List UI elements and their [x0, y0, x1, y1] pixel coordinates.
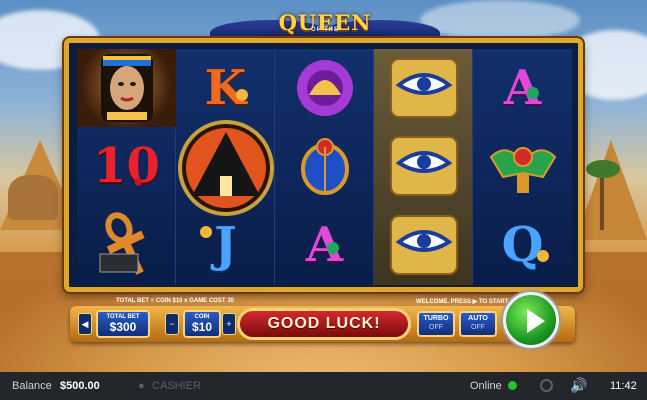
cloud: [420, 0, 580, 40]
spin-button[interactable]: [503, 292, 559, 348]
total-bet-box: TOTAL BET $300: [96, 310, 150, 338]
speaker-icon[interactable]: 🔊: [570, 377, 587, 394]
auto-button[interactable]: AUTO OFF: [459, 311, 497, 337]
symbol-scarab: [275, 127, 374, 205]
symbol-ankh: [77, 206, 176, 284]
gem-icon: [327, 242, 339, 254]
auto-label: AUTO: [468, 315, 488, 322]
palm-tree: [600, 170, 604, 230]
palm-leaves: [586, 160, 620, 178]
coin-icon: [200, 226, 212, 238]
status-bar: Balance $500.00 ● CASHIER Online 🔊 11:42: [0, 372, 647, 400]
symbol-A: A: [503, 60, 542, 116]
symbol-J: J: [176, 206, 275, 284]
coin-icon: [537, 250, 549, 262]
symbol-queen: [77, 49, 176, 127]
reel-frame: 10 ● K J A A Q: [64, 38, 583, 292]
turbo-label: TURBO: [423, 315, 449, 322]
balance-value: $500.00: [60, 380, 100, 392]
balance-label: Balance: [12, 380, 52, 392]
pyramid-right: [575, 140, 647, 240]
symbol-10: 10 ●: [93, 138, 160, 194]
clock-icon: [540, 379, 553, 392]
game-stage: QUEEN OF THE PHARAOHS: [0, 0, 647, 372]
turbo-button[interactable]: TURBO OFF: [417, 311, 455, 337]
cashier-dot-icon: ●: [138, 380, 145, 392]
coin-increase-button[interactable]: +: [222, 313, 236, 335]
reel-3: A: [275, 49, 374, 285]
reel-2: K J: [176, 49, 275, 285]
bet-decrease-button[interactable]: ◀: [78, 313, 92, 335]
cherry-icon: ●: [133, 171, 144, 191]
reels: 10 ● K J A A Q: [77, 49, 572, 285]
auto-state: OFF: [471, 324, 485, 331]
symbol-eye: [374, 206, 473, 284]
total-bet-value: $300: [109, 320, 137, 334]
sphinx: [8, 175, 58, 220]
reel-4: [374, 49, 473, 285]
cashier-button[interactable]: CASHIER: [152, 380, 201, 392]
coin-box: COIN $10: [183, 310, 221, 338]
symbol-Q: Q: [473, 206, 572, 284]
symbol-eye: [374, 127, 473, 205]
turbo-state: OFF: [429, 324, 443, 331]
gem-icon: [527, 87, 539, 99]
play-triangle-icon: [527, 309, 545, 333]
coin-decrease-button[interactable]: −: [165, 313, 179, 335]
good-luck-banner: GOOD LUCK!: [237, 308, 411, 340]
clock-time: 11:42: [610, 380, 637, 392]
online-label: Online: [470, 380, 502, 392]
symbol-lotus: [275, 49, 374, 127]
symbol-A: A: [305, 217, 344, 273]
bet-formula: TOTAL BET = COIN $10 x GAME COST 30: [116, 298, 234, 304]
control-strip: ◀ TOTAL BET $300 − COIN $10 + GOOD LUCK!…: [70, 306, 575, 342]
online-status-icon: [508, 381, 517, 390]
coin-value: $10: [191, 320, 213, 334]
welcome-message: WELCOME. PRESS ▶ TO START: [416, 299, 509, 305]
reel-5: A Q: [473, 49, 572, 285]
symbol-eye: [374, 49, 473, 127]
symbol-winged-scarab: [473, 127, 572, 205]
coin-icon: [236, 89, 248, 101]
reel-1: 10 ●: [77, 49, 176, 285]
